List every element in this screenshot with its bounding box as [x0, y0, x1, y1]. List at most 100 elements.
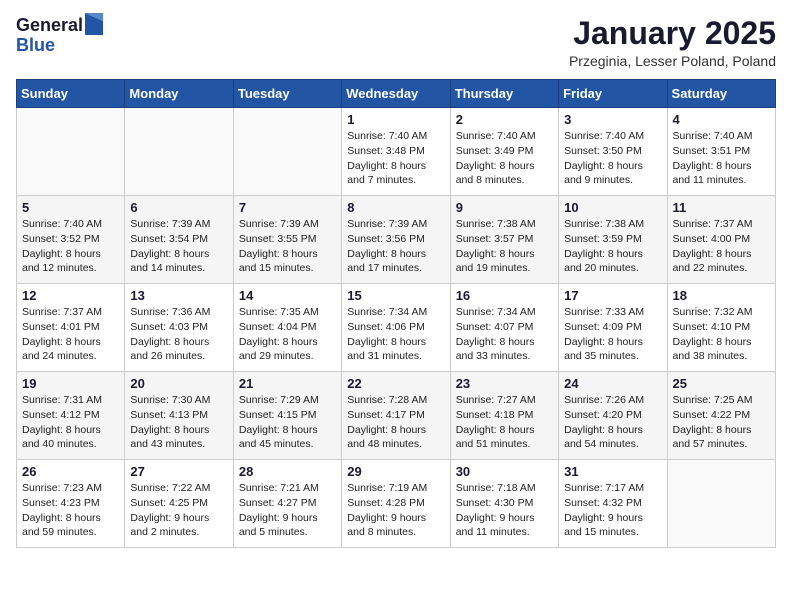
- calendar-cell: 11 Sunrise: 7:37 AM Sunset: 4:00 PM Dayli…: [667, 196, 775, 284]
- calendar-cell: 19 Sunrise: 7:31 AM Sunset: 4:12 PM Dayli…: [17, 372, 125, 460]
- day-info: Sunrise: 7:28 AM Sunset: 4:17 PM Dayligh…: [347, 393, 444, 452]
- day-info: Sunrise: 7:19 AM Sunset: 4:28 PM Dayligh…: [347, 481, 444, 540]
- day-info: Sunrise: 7:40 AM Sunset: 3:51 PM Dayligh…: [673, 129, 770, 188]
- logo: General Blue: [16, 16, 103, 56]
- calendar-cell: 10Sunrise: 7:38 AM Sunset: 3:59 PM Dayli…: [559, 196, 667, 284]
- day-info: Sunrise: 7:22 AM Sunset: 4:25 PM Dayligh…: [130, 481, 227, 540]
- day-number: 23: [456, 376, 553, 391]
- day-info: Sunrise: 7:40 AM Sunset: 3:50 PM Dayligh…: [564, 129, 661, 188]
- page-header: General Blue January 2025 Przeginia, Les…: [16, 16, 776, 69]
- day-number: 11: [673, 200, 770, 215]
- calendar-cell: 15 Sunrise: 7:34 AM Sunset: 4:06 PM Dayli…: [342, 284, 450, 372]
- calendar-header: SundayMondayTuesdayWednesdayThursdayFrid…: [17, 80, 776, 108]
- day-number: 1: [347, 112, 444, 127]
- day-number: 18: [673, 288, 770, 303]
- calendar-cell: 6Sunrise: 7:39 AM Sunset: 3:54 PM Daylig…: [125, 196, 233, 284]
- day-number: 2: [456, 112, 553, 127]
- weekday-header-wednesday: Wednesday: [342, 80, 450, 108]
- calendar-cell: 8Sunrise: 7:39 AM Sunset: 3:56 PM Daylig…: [342, 196, 450, 284]
- calendar-cell: [17, 108, 125, 196]
- day-number: 7: [239, 200, 336, 215]
- logo-general-text: General: [16, 16, 83, 36]
- weekday-header-monday: Monday: [125, 80, 233, 108]
- calendar-cell: 21 Sunrise: 7:29 AM Sunset: 4:15 PM Dayli…: [233, 372, 341, 460]
- calendar-cell: 31 Sunrise: 7:17 AM Sunset: 4:32 PM Dayli…: [559, 460, 667, 548]
- calendar-week-5: 26Sunrise: 7:23 AM Sunset: 4:23 PM Dayli…: [17, 460, 776, 548]
- calendar-cell: 3 Sunrise: 7:40 AM Sunset: 3:50 PM Daylig…: [559, 108, 667, 196]
- calendar-cell: 24Sunrise: 7:26 AM Sunset: 4:20 PM Dayli…: [559, 372, 667, 460]
- calendar-cell: 2 Sunrise: 7:40 AM Sunset: 3:49 PM Daylig…: [450, 108, 558, 196]
- day-number: 10: [564, 200, 661, 215]
- day-number: 6: [130, 200, 227, 215]
- day-number: 5: [22, 200, 119, 215]
- calendar-table: SundayMondayTuesdayWednesdayThursdayFrid…: [16, 79, 776, 548]
- day-number: 13: [130, 288, 227, 303]
- day-info: Sunrise: 7:36 AM Sunset: 4:03 PM Dayligh…: [130, 305, 227, 364]
- day-number: 31: [564, 464, 661, 479]
- calendar-cell: 9Sunrise: 7:38 AM Sunset: 3:57 PM Daylig…: [450, 196, 558, 284]
- calendar-cell: 1 Sunrise: 7:40 AM Sunset: 3:48 PM Daylig…: [342, 108, 450, 196]
- calendar-cell: [125, 108, 233, 196]
- calendar-cell: 5 Sunrise: 7:40 AM Sunset: 3:52 PM Daylig…: [17, 196, 125, 284]
- day-info: Sunrise: 7:35 AM Sunset: 4:04 PM Dayligh…: [239, 305, 336, 364]
- day-number: 8: [347, 200, 444, 215]
- day-number: 29: [347, 464, 444, 479]
- calendar-cell: 4Sunrise: 7:40 AM Sunset: 3:51 PM Daylig…: [667, 108, 775, 196]
- weekday-header-tuesday: Tuesday: [233, 80, 341, 108]
- day-number: 19: [22, 376, 119, 391]
- day-info: Sunrise: 7:34 AM Sunset: 4:06 PM Dayligh…: [347, 305, 444, 364]
- day-number: 28: [239, 464, 336, 479]
- title-block: January 2025 Przeginia, Lesser Poland, P…: [569, 16, 776, 69]
- day-number: 21: [239, 376, 336, 391]
- weekday-header-thursday: Thursday: [450, 80, 558, 108]
- day-number: 20: [130, 376, 227, 391]
- day-number: 26: [22, 464, 119, 479]
- calendar-cell: 7 Sunrise: 7:39 AM Sunset: 3:55 PM Daylig…: [233, 196, 341, 284]
- day-info: Sunrise: 7:21 AM Sunset: 4:27 PM Dayligh…: [239, 481, 336, 540]
- calendar-cell: 14 Sunrise: 7:35 AM Sunset: 4:04 PM Dayli…: [233, 284, 341, 372]
- calendar-cell: [667, 460, 775, 548]
- location-text: Przeginia, Lesser Poland, Poland: [569, 53, 776, 69]
- day-info: Sunrise: 7:27 AM Sunset: 4:18 PM Dayligh…: [456, 393, 553, 452]
- calendar-cell: 23 Sunrise: 7:27 AM Sunset: 4:18 PM Dayli…: [450, 372, 558, 460]
- day-number: 27: [130, 464, 227, 479]
- day-info: Sunrise: 7:17 AM Sunset: 4:32 PM Dayligh…: [564, 481, 661, 540]
- calendar-cell: 13 Sunrise: 7:36 AM Sunset: 4:03 PM Dayli…: [125, 284, 233, 372]
- day-number: 17: [564, 288, 661, 303]
- weekday-header-sunday: Sunday: [17, 80, 125, 108]
- day-info: Sunrise: 7:37 AM Sunset: 4:01 PM Dayligh…: [22, 305, 119, 364]
- day-info: Sunrise: 7:40 AM Sunset: 3:49 PM Dayligh…: [456, 129, 553, 188]
- logo-icon: [85, 13, 103, 35]
- day-info: Sunrise: 7:29 AM Sunset: 4:15 PM Dayligh…: [239, 393, 336, 452]
- day-number: 30: [456, 464, 553, 479]
- month-title: January 2025: [569, 16, 776, 51]
- calendar-cell: 30 Sunrise: 7:18 AM Sunset: 4:30 PM Dayli…: [450, 460, 558, 548]
- day-info: Sunrise: 7:37 AM Sunset: 4:00 PM Dayligh…: [673, 217, 770, 276]
- day-number: 15: [347, 288, 444, 303]
- day-number: 3: [564, 112, 661, 127]
- weekday-header-saturday: Saturday: [667, 80, 775, 108]
- day-info: Sunrise: 7:30 AM Sunset: 4:13 PM Dayligh…: [130, 393, 227, 452]
- calendar-week-3: 12 Sunrise: 7:37 AM Sunset: 4:01 PM Dayli…: [17, 284, 776, 372]
- day-info: Sunrise: 7:31 AM Sunset: 4:12 PM Dayligh…: [22, 393, 119, 452]
- day-number: 22: [347, 376, 444, 391]
- day-info: Sunrise: 7:40 AM Sunset: 3:52 PM Dayligh…: [22, 217, 119, 276]
- weekday-header-friday: Friday: [559, 80, 667, 108]
- day-info: Sunrise: 7:25 AM Sunset: 4:22 PM Dayligh…: [673, 393, 770, 452]
- day-number: 14: [239, 288, 336, 303]
- day-info: Sunrise: 7:33 AM Sunset: 4:09 PM Dayligh…: [564, 305, 661, 364]
- calendar-cell: 16Sunrise: 7:34 AM Sunset: 4:07 PM Dayli…: [450, 284, 558, 372]
- calendar-cell: 26Sunrise: 7:23 AM Sunset: 4:23 PM Dayli…: [17, 460, 125, 548]
- day-info: Sunrise: 7:39 AM Sunset: 3:55 PM Dayligh…: [239, 217, 336, 276]
- day-number: 25: [673, 376, 770, 391]
- day-info: Sunrise: 7:26 AM Sunset: 4:20 PM Dayligh…: [564, 393, 661, 452]
- day-info: Sunrise: 7:38 AM Sunset: 3:57 PM Dayligh…: [456, 217, 553, 276]
- calendar-cell: [233, 108, 341, 196]
- weekday-header-row: SundayMondayTuesdayWednesdayThursdayFrid…: [17, 80, 776, 108]
- calendar-cell: 25 Sunrise: 7:25 AM Sunset: 4:22 PM Dayli…: [667, 372, 775, 460]
- day-number: 16: [456, 288, 553, 303]
- calendar-body: 1 Sunrise: 7:40 AM Sunset: 3:48 PM Daylig…: [17, 108, 776, 548]
- day-number: 12: [22, 288, 119, 303]
- day-info: Sunrise: 7:40 AM Sunset: 3:48 PM Dayligh…: [347, 129, 444, 188]
- day-info: Sunrise: 7:18 AM Sunset: 4:30 PM Dayligh…: [456, 481, 553, 540]
